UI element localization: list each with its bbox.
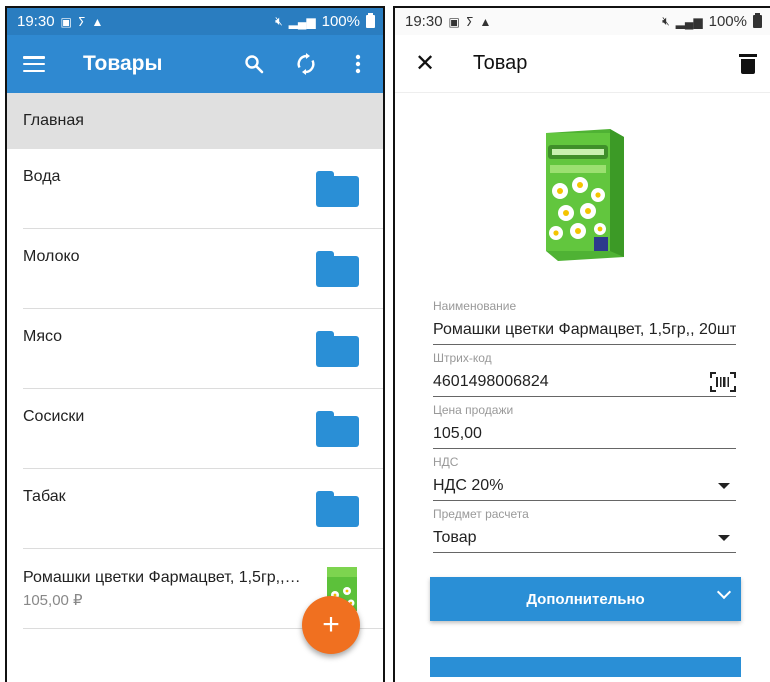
- name-label: Наименование: [433, 299, 517, 313]
- page-title: Товары: [83, 52, 163, 75]
- price-input[interactable]: 105,00: [433, 419, 736, 449]
- price-label: Цена продажи: [433, 403, 514, 417]
- gallery-icon: ▣: [448, 14, 460, 29]
- barcode-field: Штрих-код 4601498006824: [433, 351, 736, 397]
- barcode-value: 4601498006824: [433, 372, 549, 390]
- product-image: [528, 125, 638, 265]
- status-bar: 19:30 ▣ ⵢ ▲ 🔇︎ ▂▄▆ 100%: [395, 8, 770, 35]
- mute-icon: 🔇︎: [275, 14, 283, 28]
- chevron-down-icon: [716, 584, 732, 600]
- more-vert-icon[interactable]: [347, 53, 369, 75]
- signal-icon: ▂▄▆: [675, 14, 703, 29]
- warning-icon: ▲: [91, 14, 104, 29]
- close-icon[interactable]: ✕: [415, 49, 439, 78]
- product-form: Наименование Ромашки цветки Фармацвет, 1…: [395, 299, 770, 553]
- name-field: Наименование Ромашки цветки Фармацвет, 1…: [433, 299, 736, 345]
- folder-icon: [316, 330, 359, 367]
- vat-value: НДС 20%: [433, 476, 504, 494]
- price-field: Цена продажи 105,00: [433, 403, 736, 449]
- next-button[interactable]: [430, 657, 741, 677]
- menu-icon[interactable]: [23, 56, 45, 72]
- folder-item[interactable]: Молоко: [23, 229, 383, 309]
- folder-item[interactable]: Табак: [23, 469, 383, 549]
- name-value: Ромашки цветки Фармацвет, 1,5гр,, 20шт: [433, 320, 736, 338]
- signal-off-icon: ⵢ: [465, 14, 474, 29]
- product-price: 105,00 ₽: [23, 591, 83, 609]
- signal-off-icon: ⵢ: [77, 14, 86, 29]
- page-title: Товар: [473, 52, 528, 74]
- delete-icon[interactable]: [739, 53, 757, 74]
- vat-field: НДС НДС 20%: [433, 455, 736, 501]
- folder-label: Вода: [23, 167, 61, 185]
- battery-percent: 100%: [321, 13, 360, 30]
- more-options-label: Дополнительно: [526, 590, 645, 608]
- folder-label: Сосиски: [23, 407, 85, 425]
- vat-label: НДС: [433, 455, 459, 469]
- gallery-icon: ▣: [60, 14, 72, 29]
- app-bar: Товары: [7, 35, 383, 93]
- battery-icon: [753, 13, 762, 28]
- top-bar: ✕ Товар: [395, 35, 770, 93]
- battery-icon: [366, 13, 375, 28]
- add-button[interactable]: +: [302, 596, 360, 654]
- subject-value: Товар: [433, 528, 477, 546]
- folder-icon: [316, 490, 359, 527]
- folder-label: Молоко: [23, 247, 80, 265]
- status-bar: 19:30 ▣ ⵢ ▲ 🔇︎ ▂▄▆ 100%: [7, 8, 383, 35]
- barcode-scan-icon[interactable]: [710, 371, 736, 392]
- mute-icon: 🔇︎: [662, 14, 670, 28]
- folder-icon: [316, 170, 359, 207]
- product-name: Ромашки цветки Фармацвет, 1,5гр,, 20шт: [23, 568, 303, 586]
- more-options-button[interactable]: Дополнительно: [430, 577, 741, 621]
- barcode-label: Штрих-код: [433, 351, 492, 365]
- folder-label: Мясо: [23, 327, 63, 345]
- product-detail-screen: 19:30 ▣ ⵢ ▲ 🔇︎ ▂▄▆ 100% ✕ Товар Наименов…: [393, 6, 770, 682]
- price-value: 105,00: [433, 424, 482, 442]
- status-time: 19:30: [405, 13, 443, 30]
- barcode-input[interactable]: 4601498006824: [433, 367, 736, 397]
- sync-icon[interactable]: [295, 53, 317, 75]
- subject-select[interactable]: Товар: [433, 523, 736, 553]
- signal-icon: ▂▄▆: [288, 14, 316, 29]
- subject-field: Предмет расчета Товар: [433, 507, 736, 553]
- folder-icon: [316, 410, 359, 447]
- dropdown-arrow-icon[interactable]: [718, 482, 730, 489]
- breadcrumb[interactable]: Главная: [7, 93, 383, 149]
- products-list-screen: 19:30 ▣ ⵢ ▲ 🔇︎ ▂▄▆ 100% Товары Главная В…: [5, 6, 385, 682]
- search-icon[interactable]: [243, 53, 265, 75]
- folder-label: Табак: [23, 487, 66, 505]
- subject-label: Предмет расчета: [433, 507, 529, 521]
- folder-item[interactable]: Вода: [23, 149, 383, 229]
- name-input[interactable]: Ромашки цветки Фармацвет, 1,5гр,, 20шт: [433, 315, 736, 345]
- status-time: 19:30: [17, 13, 55, 30]
- dropdown-arrow-icon[interactable]: [718, 534, 730, 541]
- warning-icon: ▲: [479, 14, 492, 29]
- folder-item[interactable]: Мясо: [23, 309, 383, 389]
- vat-select[interactable]: НДС 20%: [433, 471, 736, 501]
- folder-icon: [316, 250, 359, 287]
- battery-percent: 100%: [708, 13, 747, 30]
- folder-item[interactable]: Сосиски: [23, 389, 383, 469]
